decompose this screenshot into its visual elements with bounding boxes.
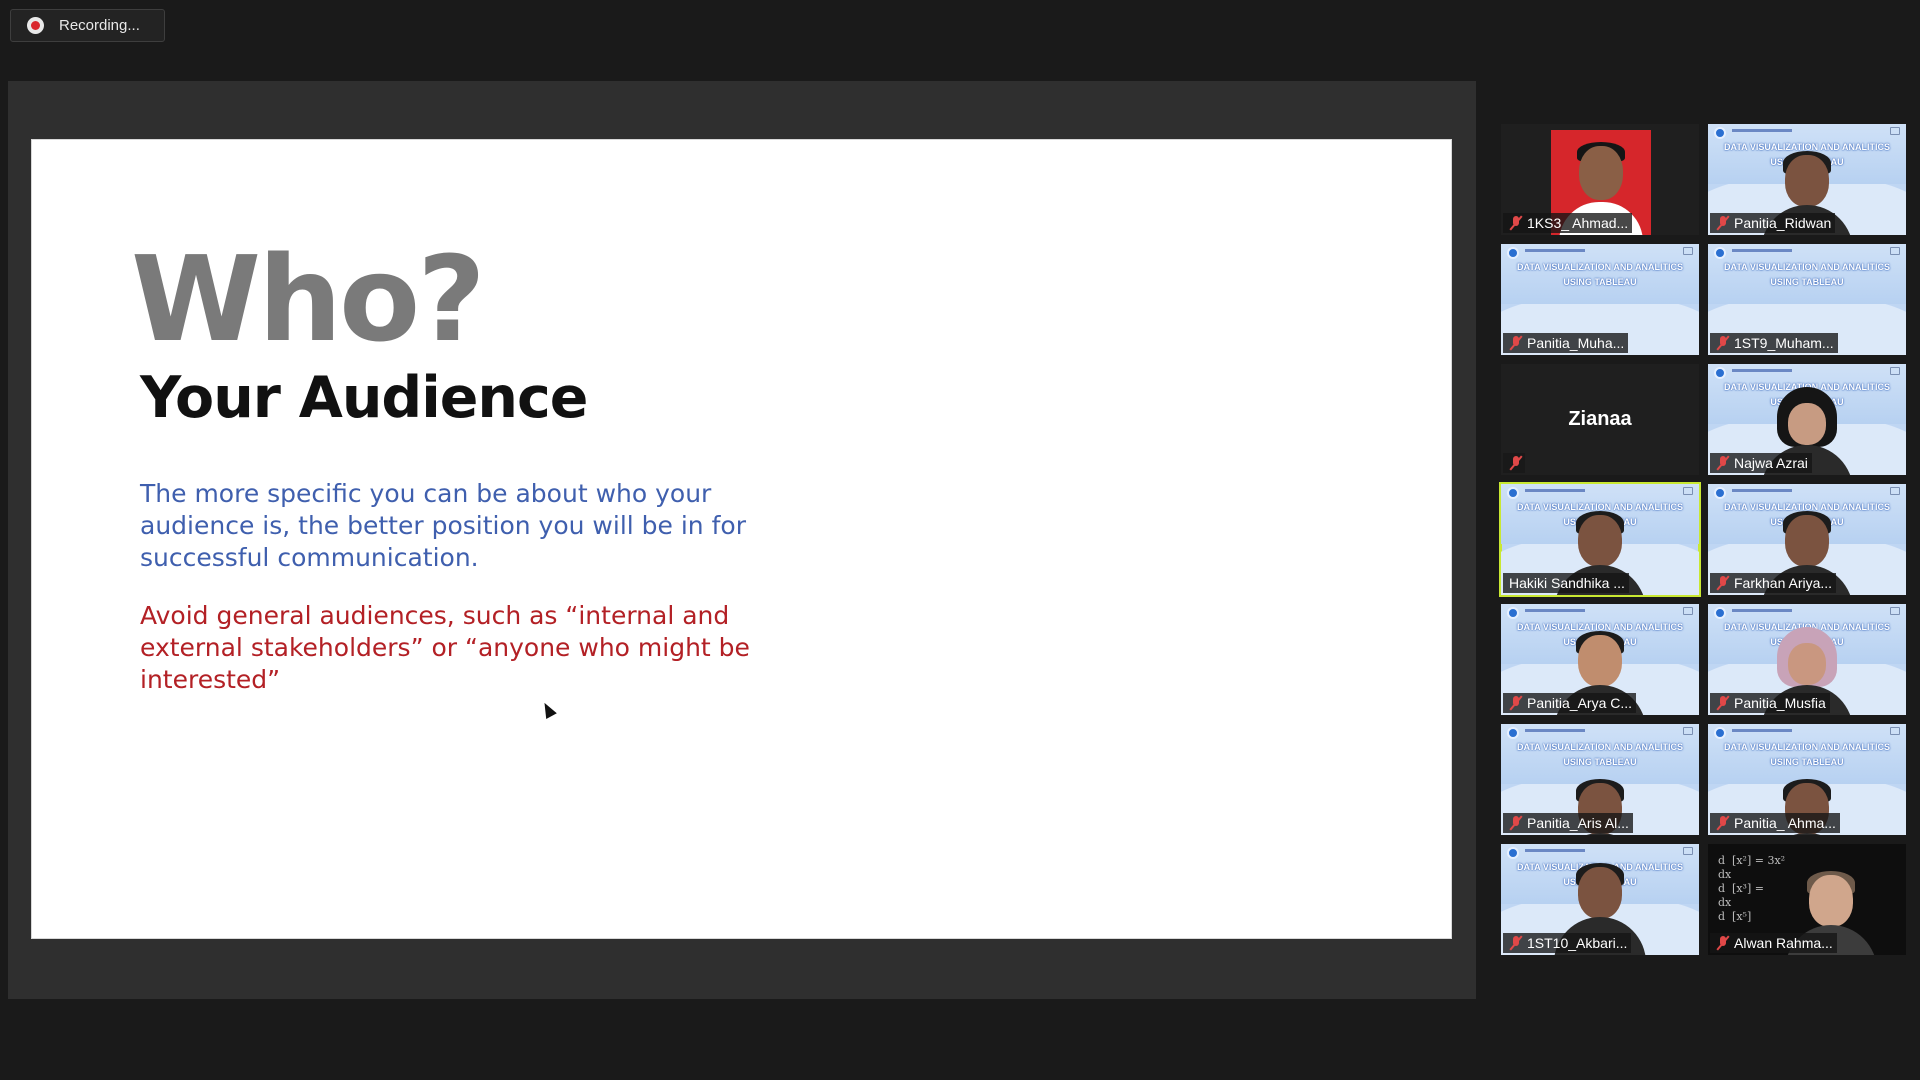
logo-icon <box>1714 607 1726 619</box>
camera-icon <box>1890 727 1900 735</box>
presentation-slide: Who? Your Audience The more specific you… <box>31 139 1452 939</box>
participant-tile[interactable]: d [x²] = 3x² dx d [x³] = dx d [x⁵] Alwan… <box>1708 844 1906 955</box>
logo-icon <box>1507 607 1519 619</box>
mic-muted-icon <box>1716 936 1730 950</box>
logo-icon <box>1507 487 1519 499</box>
camera-icon <box>1683 487 1693 495</box>
mic-muted-icon <box>1716 336 1730 350</box>
participant-tile[interactable]: 1KS3_ Ahmad... <box>1501 124 1699 235</box>
camera-icon <box>1890 367 1900 375</box>
mic-muted-icon <box>1509 336 1523 350</box>
participant-gallery: 1KS3_ Ahmad... DATA VISUALIZATION AND AN… <box>1499 124 1909 956</box>
participant-name-label: 1ST10_Akbari... <box>1503 933 1632 953</box>
participant-tile[interactable]: DATA VISUALIZATION AND ANALITICSUSING TA… <box>1501 244 1699 355</box>
camera-icon <box>1890 607 1900 615</box>
participant-name-label: Panitia_Arya C... <box>1503 693 1637 713</box>
slide-paragraph-2: Avoid general audiences, such as “intern… <box>140 601 750 694</box>
logo-icon <box>1714 127 1726 139</box>
participant-name-label: Panitia_Aris Al... <box>1503 813 1633 833</box>
slide-subheading: Your Audience <box>140 365 588 431</box>
participant-tile[interactable]: DATA VISUALIZATION AND ANALITICSUSING TA… <box>1501 724 1699 835</box>
camera-icon <box>1890 487 1900 495</box>
recording-label: Recording... <box>59 17 140 34</box>
logo-icon <box>1714 247 1726 259</box>
participant-name-label <box>1503 453 1525 473</box>
mouse-cursor-icon <box>539 700 557 719</box>
slide-heading: Who? <box>131 230 486 368</box>
webinar-banner: DATA VISUALIZATION AND ANALITICSUSING TA… <box>1708 244 1906 304</box>
camera-icon <box>1683 727 1693 735</box>
mic-muted-icon <box>1716 456 1730 470</box>
participant-tile[interactable]: DATA VISUALIZATION AND ANALITICSUSING TA… <box>1708 364 1906 475</box>
participant-display-name: Zianaa <box>1568 408 1632 430</box>
camera-icon <box>1683 247 1693 255</box>
participant-name-label: 1ST9_Muham... <box>1710 333 1838 353</box>
mic-muted-icon <box>1716 696 1730 710</box>
participant-tile[interactable]: DATA VISUALIZATION AND ANALITICSUSING TA… <box>1501 844 1699 955</box>
mic-muted-icon <box>1716 816 1730 830</box>
participant-tile[interactable]: Zianaa <box>1501 364 1699 475</box>
participant-name-label: Hakiki Sandhika ... <box>1503 573 1629 593</box>
recording-indicator[interactable]: Recording... <box>10 9 165 42</box>
participant-name-label: 1KS3_ Ahmad... <box>1503 213 1633 233</box>
participant-tile[interactable]: DATA VISUALIZATION AND ANALITICSUSING TA… <box>1708 604 1906 715</box>
mic-muted-icon <box>1509 456 1523 470</box>
record-icon <box>27 17 44 34</box>
mic-muted-icon <box>1509 696 1523 710</box>
participant-name-label: Panitia_Ridwan <box>1710 213 1836 233</box>
camera-icon <box>1683 607 1693 615</box>
shared-screen: Who? Your Audience The more specific you… <box>8 81 1476 999</box>
participant-tile[interactable]: DATA VISUALIZATION AND ANALITICSUSING TA… <box>1708 244 1906 355</box>
logo-icon <box>1714 487 1726 499</box>
logo-icon <box>1714 367 1726 379</box>
participant-name-label: Panitia_ Ahma... <box>1710 813 1840 833</box>
logo-icon <box>1507 247 1519 259</box>
mic-muted-icon <box>1509 936 1523 950</box>
camera-icon <box>1890 247 1900 255</box>
logo-icon <box>1507 847 1519 859</box>
logo-icon <box>1714 727 1726 739</box>
mic-muted-icon <box>1716 576 1730 590</box>
participant-name-label: Panitia_Muha... <box>1503 333 1629 353</box>
participant-tile-active-speaker[interactable]: DATA VISUALIZATION AND ANALITICSUSING TA… <box>1499 482 1701 597</box>
participant-tile[interactable]: DATA VISUALIZATION AND ANALITICSUSING TA… <box>1708 124 1906 235</box>
participant-name-label: Najwa Azrai <box>1710 453 1812 473</box>
participant-name-label: Alwan Rahma... <box>1710 933 1837 953</box>
camera-icon <box>1890 127 1900 135</box>
participant-tile[interactable]: DATA VISUALIZATION AND ANALITICSUSING TA… <box>1708 724 1906 835</box>
participant-tile[interactable]: DATA VISUALIZATION AND ANALITICSUSING TA… <box>1708 484 1906 595</box>
slide-paragraph-1: The more specific you can be about who y… <box>140 479 746 572</box>
webinar-banner: DATA VISUALIZATION AND ANALITICSUSING TA… <box>1501 244 1699 304</box>
mic-muted-icon <box>1509 816 1523 830</box>
camera-icon <box>1683 847 1693 855</box>
participant-name-label: Panitia_Musfia <box>1710 693 1830 713</box>
mic-muted-icon <box>1509 216 1523 230</box>
participant-tile[interactable]: DATA VISUALIZATION AND ANALITICSUSING TA… <box>1501 604 1699 715</box>
mic-muted-icon <box>1716 216 1730 230</box>
participant-name-label: Farkhan Ariya... <box>1710 573 1837 593</box>
logo-icon <box>1507 727 1519 739</box>
